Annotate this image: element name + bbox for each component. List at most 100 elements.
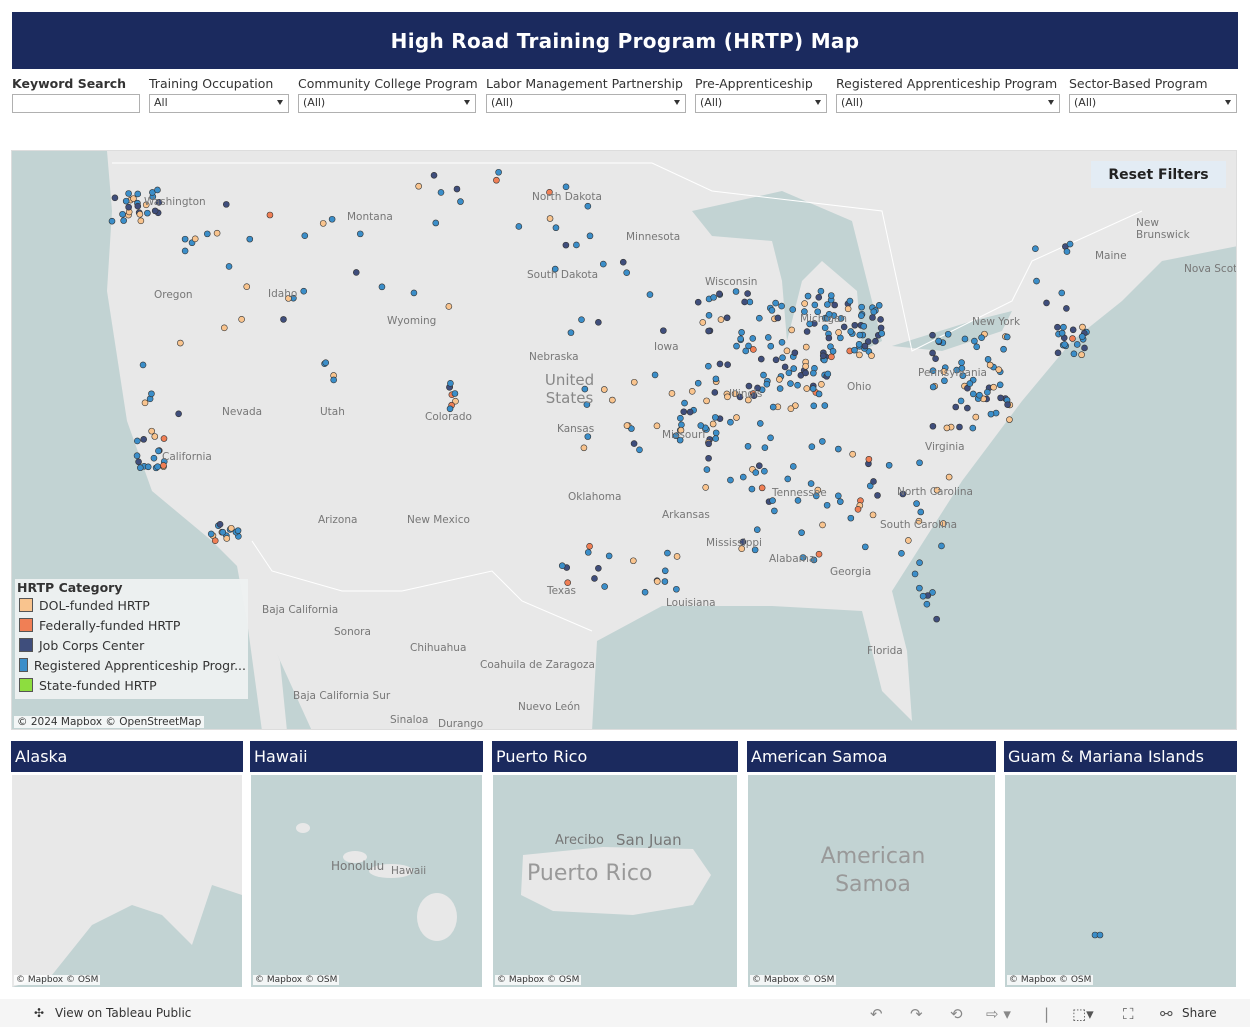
program-marker[interactable]: [851, 321, 859, 329]
program-marker[interactable]: [870, 308, 878, 316]
program-marker[interactable]: [181, 235, 189, 243]
program-marker[interactable]: [681, 399, 688, 407]
program-marker[interactable]: [855, 341, 863, 348]
program-marker[interactable]: [495, 168, 502, 176]
program-marker[interactable]: [772, 299, 779, 307]
program-marker[interactable]: [1004, 401, 1011, 408]
program-marker[interactable]: [723, 314, 731, 322]
program-marker[interactable]: [238, 316, 245, 323]
legend-item[interactable]: State-funded HRTP: [17, 675, 246, 695]
program-marker[interactable]: [651, 371, 659, 379]
program-marker[interactable]: [661, 567, 669, 575]
program-marker[interactable]: [815, 294, 823, 301]
share-button[interactable]: Share: [1182, 1006, 1217, 1020]
program-marker[interactable]: [753, 526, 761, 533]
program-marker[interactable]: [1069, 335, 1076, 342]
program-marker[interactable]: [987, 410, 995, 418]
program-marker[interactable]: [144, 463, 152, 471]
program-marker[interactable]: [225, 263, 233, 270]
program-marker[interactable]: [584, 202, 592, 210]
program-marker[interactable]: [653, 422, 661, 430]
program-marker[interactable]: [712, 375, 720, 383]
program-marker[interactable]: [802, 343, 810, 351]
program-marker[interactable]: [139, 361, 147, 369]
program-marker[interactable]: [584, 549, 592, 556]
program-marker[interactable]: [562, 183, 570, 191]
program-marker[interactable]: [878, 330, 886, 337]
community-college-dropdown[interactable]: (All): [298, 94, 476, 113]
program-marker[interactable]: [703, 397, 710, 405]
program-marker[interactable]: [774, 314, 782, 322]
program-marker[interactable]: [137, 464, 144, 472]
download-icon[interactable]: ⬚▾: [1072, 1005, 1094, 1023]
program-marker[interactable]: [749, 335, 757, 342]
program-marker[interactable]: [546, 215, 554, 222]
program-marker[interactable]: [929, 422, 937, 430]
program-marker[interactable]: [869, 511, 877, 519]
program-marker[interactable]: [727, 418, 734, 426]
program-marker[interactable]: [835, 329, 842, 336]
program-marker[interactable]: [1033, 277, 1040, 285]
program-marker[interactable]: [222, 201, 230, 208]
program-marker[interactable]: [134, 190, 142, 198]
program-marker[interactable]: [919, 592, 927, 600]
program-marker[interactable]: [868, 352, 875, 359]
program-marker[interactable]: [1003, 333, 1011, 341]
program-marker[interactable]: [653, 578, 661, 585]
revert-icon[interactable]: ⟲: [950, 1005, 963, 1023]
program-marker[interactable]: [213, 229, 221, 237]
program-marker[interactable]: [752, 469, 760, 476]
program-marker[interactable]: [220, 324, 228, 332]
program-marker[interactable]: [966, 380, 974, 387]
program-marker[interactable]: [710, 294, 717, 301]
program-marker[interactable]: [819, 521, 826, 529]
program-marker[interactable]: [573, 241, 580, 249]
program-marker[interactable]: [827, 292, 835, 299]
program-marker[interactable]: [457, 198, 464, 205]
program-marker[interactable]: [913, 500, 920, 507]
program-marker[interactable]: [636, 446, 643, 454]
program-marker[interactable]: [451, 390, 459, 397]
program-marker[interactable]: [319, 220, 327, 227]
program-marker[interactable]: [789, 463, 797, 470]
program-marker[interactable]: [810, 369, 817, 377]
program-marker[interactable]: [958, 359, 965, 366]
program-marker[interactable]: [821, 324, 829, 332]
program-marker[interactable]: [599, 260, 607, 268]
program-marker[interactable]: [1054, 323, 1061, 331]
program-marker[interactable]: [177, 339, 184, 347]
program-marker[interactable]: [709, 420, 717, 428]
program-marker[interactable]: [831, 301, 838, 309]
program-marker[interactable]: [872, 337, 879, 345]
program-marker[interactable]: [744, 290, 751, 297]
program-marker[interactable]: [668, 390, 676, 397]
program-marker[interactable]: [824, 370, 832, 378]
program-marker[interactable]: [716, 290, 723, 298]
program-marker[interactable]: [952, 403, 960, 411]
program-marker[interactable]: [711, 389, 719, 396]
program-marker[interactable]: [990, 383, 997, 391]
legend-item[interactable]: Federally-funded HRTP: [17, 615, 246, 635]
program-marker[interactable]: [854, 506, 862, 513]
program-marker[interactable]: [807, 480, 815, 487]
program-marker[interactable]: [858, 303, 865, 311]
program-marker[interactable]: [630, 557, 637, 565]
inset-map[interactable]: Arecibo San Juan Puerto Rico © Mapbox © OSM: [493, 775, 737, 987]
program-marker[interactable]: [869, 314, 876, 321]
program-marker[interactable]: [978, 334, 985, 342]
program-marker[interactable]: [410, 289, 418, 297]
program-marker[interactable]: [280, 316, 287, 323]
program-marker[interactable]: [595, 564, 602, 572]
program-marker[interactable]: [916, 559, 923, 566]
program-marker[interactable]: [825, 334, 833, 342]
program-marker[interactable]: [1060, 323, 1067, 331]
program-marker[interactable]: [677, 414, 684, 422]
program-marker[interactable]: [778, 339, 786, 346]
program-marker[interactable]: [727, 476, 734, 484]
program-marker[interactable]: [860, 322, 868, 330]
program-marker[interactable]: [996, 381, 1004, 389]
program-marker[interactable]: [756, 314, 763, 322]
program-marker[interactable]: [857, 312, 865, 319]
program-marker[interactable]: [552, 224, 560, 232]
program-marker[interactable]: [154, 463, 161, 471]
